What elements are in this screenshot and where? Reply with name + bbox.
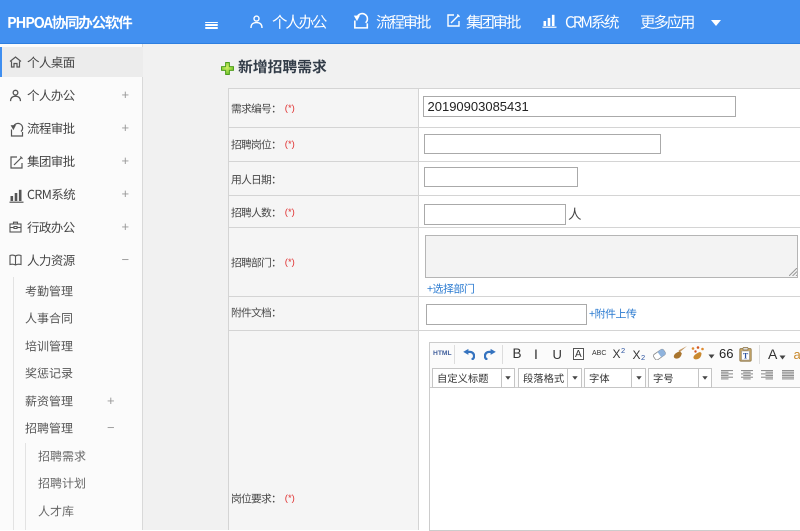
svg-text:T: T xyxy=(743,351,749,360)
